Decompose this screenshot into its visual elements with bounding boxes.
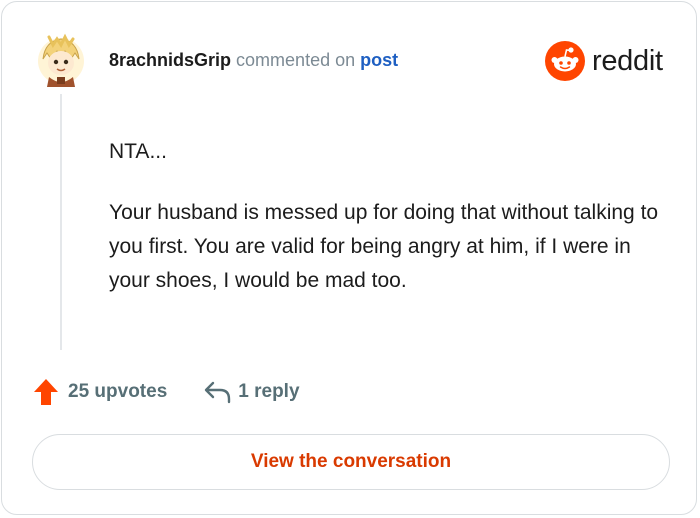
- reply-button[interactable]: 1 reply: [203, 380, 300, 404]
- comment-body: NTA... Your husband is messed up for doi…: [109, 135, 669, 298]
- view-conversation-button[interactable]: View the conversation: [32, 434, 670, 490]
- upvote-count: 25 upvotes: [68, 381, 168, 402]
- reddit-brand-logo[interactable]: reddit: [545, 41, 663, 81]
- reddit-snoo-icon: [545, 41, 585, 81]
- user-avatar[interactable]: [35, 31, 87, 87]
- post-link[interactable]: post: [360, 50, 398, 70]
- embedded-comment-card: 8rachnidsGrip commented on post reddit NTA…: [1, 1, 697, 515]
- comment-header: 8rachnidsGrip commented on post: [109, 49, 398, 71]
- reddit-wordmark: reddit: [592, 45, 663, 77]
- upvote-arrow-icon: [34, 379, 58, 405]
- upvote-button[interactable]: 25 upvotes: [33, 378, 167, 406]
- commented-on-text: commented on: [236, 50, 356, 70]
- thread-line: [60, 94, 62, 350]
- reply-count: 1 reply: [238, 381, 300, 402]
- comment-paragraph: Your husband is messed up for doing that…: [109, 201, 659, 292]
- reply-arrow-icon: [205, 381, 231, 404]
- comment-paragraph: NTA...: [109, 140, 167, 163]
- comment-actions: 25 upvotes 1 reply: [33, 376, 300, 408]
- username-link[interactable]: 8rachnidsGrip: [109, 50, 231, 70]
